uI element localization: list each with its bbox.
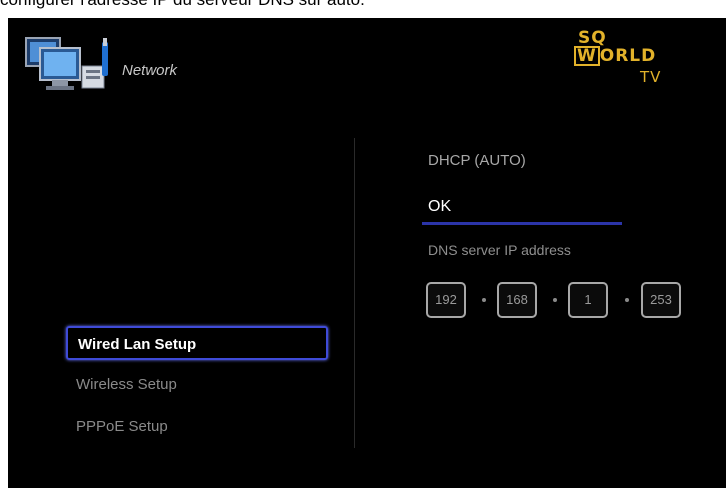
network-settings-icon xyxy=(25,37,108,90)
logo-line-2-rest: ORLD xyxy=(599,46,657,66)
dns-octet-1-field[interactable]: 192 xyxy=(426,282,466,318)
dns-octet-4-field[interactable]: 253 xyxy=(641,282,681,318)
page-title: Network xyxy=(122,62,178,79)
octet-separator xyxy=(553,298,557,302)
logo-boxed-letter: W xyxy=(574,46,600,66)
menu-item-wired-lan-setup[interactable]: Wired Lan Setup xyxy=(66,326,328,360)
brand-logo: SQ W ORLD TV xyxy=(568,28,678,88)
dns-octet-2-field[interactable]: 168 xyxy=(497,282,537,318)
dhcp-auto-option[interactable]: DHCP (AUTO) xyxy=(428,152,526,169)
logo-line-2: W ORLD xyxy=(574,46,656,66)
logo-line-1: SQ xyxy=(578,28,607,48)
caption-text: configurer l'adresse IP du serveur DNS s… xyxy=(0,0,726,10)
menu-item-pppoe-setup[interactable]: PPPoE Setup xyxy=(66,410,328,444)
octet-separator xyxy=(482,298,486,302)
tv-screen: Network SQ W ORLD TV Wired Lan Setup Wire… xyxy=(8,18,726,488)
octet-separator xyxy=(625,298,629,302)
panel-divider xyxy=(354,138,355,448)
dns-server-label: DNS server IP address xyxy=(428,242,571,258)
logo-line-3: TV xyxy=(640,68,662,86)
dns-octet-3-field[interactable]: 1 xyxy=(568,282,608,318)
ok-button[interactable]: OK xyxy=(428,198,451,216)
ok-focus-underline xyxy=(422,222,622,225)
menu-item-wireless-setup[interactable]: Wireless Setup xyxy=(66,368,328,402)
